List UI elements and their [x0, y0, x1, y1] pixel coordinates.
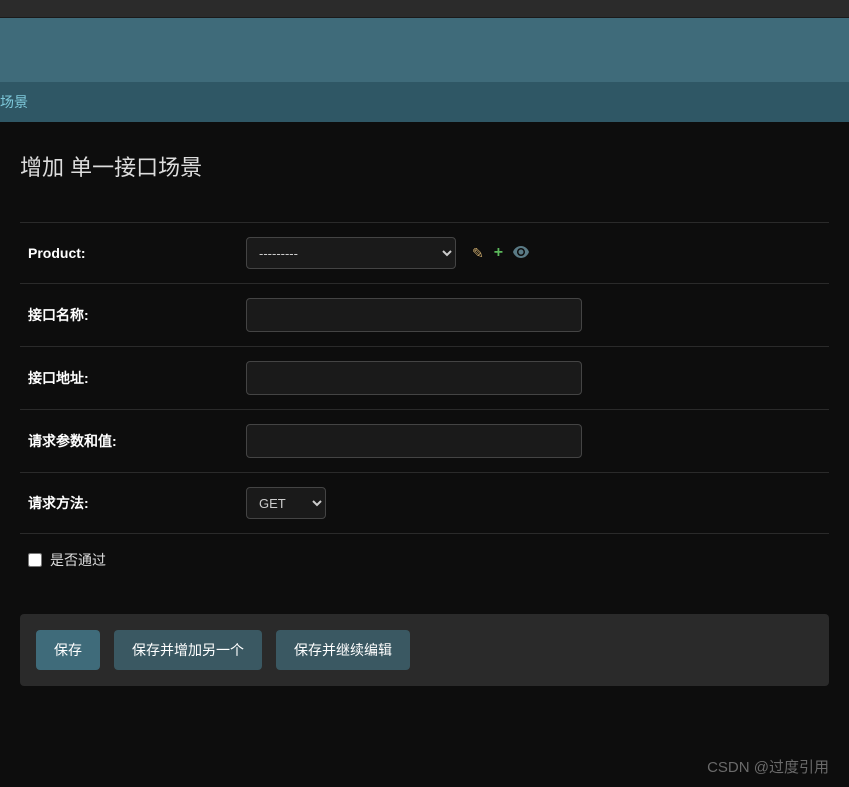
form-row-interface-name: 接口名称:: [20, 284, 829, 347]
label-request-params: 请求参数和值:: [28, 431, 246, 451]
is-passed-checkbox[interactable]: [28, 553, 42, 567]
label-is-passed: 是否通过: [50, 550, 106, 570]
save-button[interactable]: 保存: [36, 630, 100, 670]
request-params-input[interactable]: [246, 424, 582, 458]
save-add-another-button[interactable]: 保存并增加另一个: [114, 630, 262, 670]
product-select[interactable]: ---------: [246, 237, 456, 269]
form-row-product: Product: --------- ✎ +: [20, 222, 829, 284]
label-product: Product:: [28, 245, 246, 261]
request-method-select[interactable]: GET: [246, 487, 326, 519]
form-row-is-passed: 是否通过: [20, 534, 829, 586]
label-request-method: 请求方法:: [28, 493, 246, 513]
breadcrumb: 场景: [0, 82, 849, 122]
interface-url-input[interactable]: [246, 361, 582, 395]
label-interface-name: 接口名称:: [28, 305, 246, 325]
form-row-request-params: 请求参数和值:: [20, 410, 829, 473]
interface-name-input[interactable]: [246, 298, 582, 332]
content-area: 增加 单一接口场景 Product: --------- ✎ + 接口名称: 接…: [0, 122, 849, 706]
window-top-bar: [0, 0, 849, 18]
view-icon[interactable]: [513, 245, 529, 261]
form-row-request-method: 请求方法: GET: [20, 473, 829, 534]
watermark: CSDN @过度引用: [707, 756, 829, 777]
label-interface-url: 接口地址:: [28, 368, 246, 388]
edit-icon[interactable]: ✎: [472, 245, 484, 262]
add-icon[interactable]: +: [494, 244, 503, 262]
save-continue-button[interactable]: 保存并继续编辑: [276, 630, 410, 670]
header-banner: [0, 18, 849, 82]
form-row-interface-url: 接口地址:: [20, 347, 829, 410]
breadcrumb-link-scene[interactable]: 场景: [0, 94, 28, 110]
page-title: 增加 单一接口场景: [20, 150, 829, 182]
button-bar: 保存 保存并增加另一个 保存并继续编辑: [20, 614, 829, 686]
